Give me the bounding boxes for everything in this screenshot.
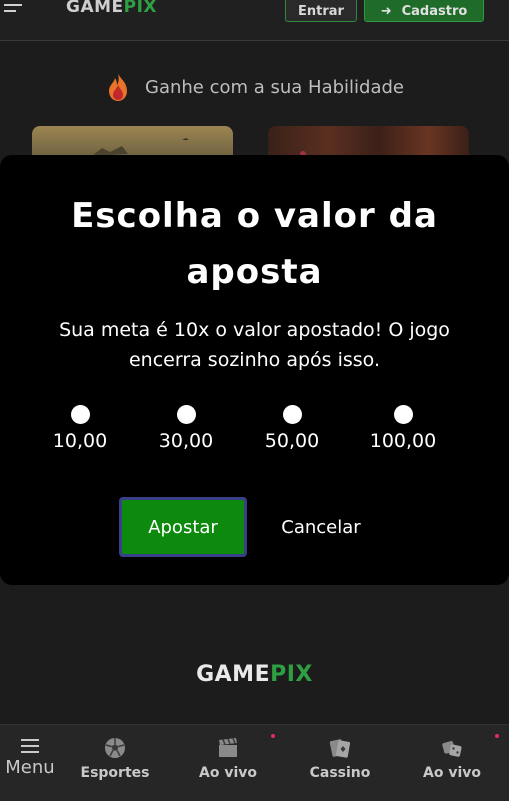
bet-option-100[interactable]: 100,00: [366, 405, 440, 452]
bet-option-label: 100,00: [369, 430, 437, 452]
register-button-label: Cadastro: [401, 3, 468, 19]
modal-message: Sua meta é 10x o valor apostado! O jogo …: [59, 319, 450, 371]
nav-item-label: Esportes: [80, 765, 150, 781]
logo-pix-text: PIX: [123, 0, 158, 17]
logo-game-text: GAME: [66, 0, 124, 17]
notification-dot: [495, 734, 499, 738]
cancel-button[interactable]: Cancelar: [262, 497, 380, 557]
notification-dot: [271, 734, 275, 738]
bet-amount-modal: Escolha o valor da aposta Sua meta é 10x…: [0, 155, 509, 585]
bet-option-30[interactable]: 30,00: [154, 405, 218, 452]
footer-logo-pix-text: PIX: [270, 662, 313, 687]
cards-icon: [329, 739, 351, 758]
flame-icon: [109, 73, 127, 101]
modal-title: Escolha o valor da aposta: [71, 196, 438, 292]
login-button[interactable]: Entrar: [285, 0, 357, 22]
bet-option-label: 50,00: [264, 430, 320, 452]
footer-logo-game-text: GAME: [196, 662, 271, 687]
bet-option-label: 10,00: [52, 430, 108, 452]
bet-option-10[interactable]: 10,00: [50, 405, 110, 452]
nav-item-label: Cassino: [309, 765, 371, 781]
soccer-ball-icon: [105, 738, 125, 758]
bet-option-label: 30,00: [158, 430, 214, 452]
menu-icon[interactable]: [4, 4, 24, 18]
place-bet-button[interactable]: Apostar: [119, 497, 247, 557]
footer-logo: GAMEPIX: [0, 662, 509, 687]
radio-button[interactable]: [282, 405, 302, 424]
section-heading: Ganhe com a sua Habilidade: [0, 72, 509, 102]
nav-item-ao-vivo[interactable]: Ao vivo: [192, 737, 264, 781]
register-button[interactable]: ➜ Cadastro: [364, 0, 484, 22]
radio-button[interactable]: [393, 405, 413, 424]
top-header: GAMEPIX Entrar ➜ Cadastro: [0, 0, 509, 41]
nav-item-cassino[interactable]: Cassino: [304, 737, 376, 781]
menu-icon: [21, 739, 39, 753]
nav-item-menu[interactable]: Menu: [0, 737, 60, 778]
login-button-label: Entrar: [298, 3, 344, 19]
dice-icon: [442, 741, 462, 757]
nav-item-esportes[interactable]: Esportes: [78, 737, 152, 781]
nav-item-label: Ao vivo: [199, 765, 257, 781]
sign-in-icon: ➜: [380, 3, 392, 19]
bottom-navigation: Menu Esportes Ao vivo Cassino Ao vivo: [0, 724, 509, 801]
nav-item-label: Ao vivo: [423, 765, 481, 781]
nav-item-label: Menu: [5, 757, 55, 778]
clapperboard-icon: [219, 738, 237, 757]
radio-button[interactable]: [176, 405, 196, 424]
nav-item-ao-vivo-casino[interactable]: Ao vivo: [416, 737, 488, 781]
section-title: Ganhe com a sua Habilidade: [145, 76, 404, 98]
radio-button[interactable]: [70, 405, 90, 424]
header-logo[interactable]: GAMEPIX: [66, 0, 157, 17]
bet-option-50[interactable]: 50,00: [260, 405, 324, 452]
